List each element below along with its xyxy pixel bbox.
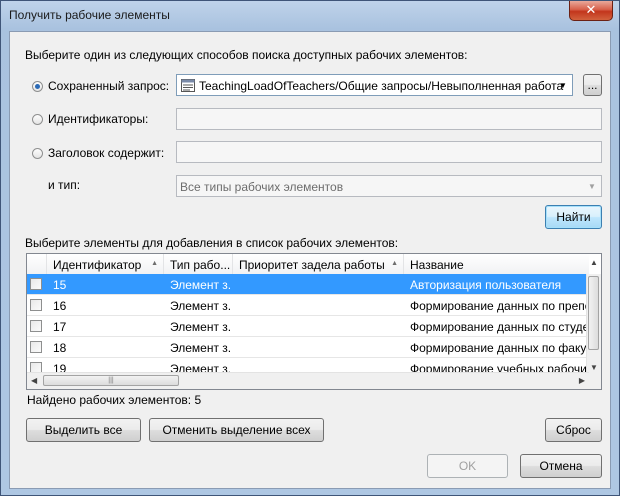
- reset-button[interactable]: Сброс: [545, 418, 602, 442]
- column-header-priority[interactable]: Приоритет задела работы ▲: [233, 254, 404, 274]
- browse-query-button[interactable]: ...: [583, 74, 602, 96]
- scroll-down-icon[interactable]: ▼: [590, 363, 598, 372]
- column-header-title[interactable]: Название: [404, 254, 589, 274]
- scroll-left-icon[interactable]: ◀: [31, 376, 37, 385]
- cell-type: Элемент з...: [170, 299, 232, 313]
- cell-title: Формирование данных по факуль: [410, 341, 586, 355]
- ok-button[interactable]: OK: [427, 454, 508, 478]
- results-instruction: Выберите элементы для добавления в списо…: [25, 236, 399, 250]
- grid-header: Идентификатор ▲ Тип рабо... Приоритет за…: [27, 254, 589, 275]
- chevron-down-icon[interactable]: ▼: [557, 79, 569, 91]
- table-row[interactable]: 15 Элемент з... Авторизация пользователя: [27, 274, 589, 295]
- close-button[interactable]: ✕: [569, 1, 613, 21]
- close-icon: ✕: [585, 3, 597, 18]
- saved-query-label: Сохраненный запрос:: [48, 79, 170, 93]
- horizontal-scrollbar[interactable]: ◀ ||| ▶: [27, 372, 589, 389]
- saved-query-combobox[interactable]: TeachingLoadOfTeachers/Общие запросы/Нев…: [176, 74, 573, 96]
- vertical-scroll-thumb[interactable]: [588, 276, 599, 350]
- sort-ascending-icon: ▲: [391, 260, 398, 267]
- results-grid: Идентификатор ▲ Тип рабо... Приоритет за…: [26, 253, 602, 390]
- found-count: Найдено рабочих элементов: 5: [27, 393, 202, 407]
- cell-title: Формирование данных по студен: [410, 320, 586, 334]
- column-header-type[interactable]: Тип рабо...: [164, 254, 233, 274]
- column-header-title-label: Название: [410, 258, 464, 272]
- cell-title: Формирование данных по препод: [410, 299, 586, 313]
- type-label: и тип:: [48, 178, 81, 192]
- row-checkbox[interactable]: [30, 299, 42, 311]
- cell-title: Авторизация пользователя: [410, 278, 562, 292]
- window-title: Получить рабочие элементы: [9, 8, 170, 22]
- cancel-button[interactable]: Отмена: [520, 454, 602, 478]
- cell-id: 17: [53, 320, 67, 334]
- dialog-window: Получить рабочие элементы ✕ Выберите оди…: [0, 0, 620, 496]
- saved-query-radio[interactable]: [32, 81, 43, 92]
- saved-query-value: TeachingLoadOfTeachers/Общие запросы/Нев…: [199, 79, 564, 93]
- cancel-label: Отмена: [539, 459, 583, 473]
- column-header-priority-label: Приоритет задела работы: [239, 258, 385, 272]
- type-value: Все типы рабочих элементов: [180, 180, 344, 194]
- title-bar[interactable]: Получить рабочие элементы ✕: [1, 1, 619, 29]
- search-instruction: Выберите один из следующих способов поис…: [25, 48, 468, 62]
- select-all-label: Выделить все: [44, 423, 123, 437]
- cell-type: Элемент з...: [170, 341, 232, 355]
- select-all-button[interactable]: Выделить все: [26, 418, 141, 442]
- title-contains-field[interactable]: [176, 141, 602, 163]
- column-header-id-label: Идентификатор: [53, 258, 142, 272]
- ok-label: OK: [458, 459, 477, 473]
- find-button-label: Найти: [556, 210, 591, 224]
- cell-type: Элемент з...: [170, 320, 232, 334]
- cell-id: 15: [53, 278, 67, 292]
- reset-label: Сброс: [556, 423, 591, 437]
- title-contains-label: Заголовок содержит:: [48, 146, 165, 160]
- table-row[interactable]: 16 Элемент з... Формирование данных по пре…: [27, 295, 589, 316]
- chevron-down-icon[interactable]: ▼: [586, 180, 598, 192]
- column-header-id[interactable]: Идентификатор ▲: [47, 254, 164, 274]
- cell-id: 16: [53, 299, 67, 313]
- cell-id: 18: [53, 341, 67, 355]
- ids-label: Идентификаторы:: [48, 112, 149, 126]
- table-row[interactable]: 17 Элемент з... Формирование данных по сту…: [27, 316, 589, 337]
- find-button[interactable]: Найти: [545, 205, 602, 229]
- horizontal-scroll-thumb[interactable]: |||: [43, 375, 179, 386]
- row-checkbox[interactable]: [30, 341, 42, 353]
- scroll-up-icon[interactable]: ▲: [590, 258, 598, 267]
- scroll-corner: [587, 373, 601, 389]
- type-combobox[interactable]: Все типы рабочих элементов ▼: [176, 175, 602, 197]
- browse-query-label: ...: [587, 78, 598, 92]
- header-checkbox-column[interactable]: [27, 254, 47, 274]
- sort-ascending-icon: ▲: [151, 260, 158, 267]
- cell-type: Элемент з...: [170, 278, 232, 292]
- vertical-scrollbar[interactable]: ▲ ▼: [586, 258, 601, 373]
- ids-field[interactable]: [176, 108, 602, 130]
- row-checkbox[interactable]: [30, 320, 42, 332]
- title-contains-radio[interactable]: [32, 148, 43, 159]
- deselect-all-label: Отменить выделение всех: [162, 423, 311, 437]
- query-icon: [181, 79, 195, 92]
- scroll-right-icon[interactable]: ▶: [579, 376, 585, 385]
- table-row[interactable]: 18 Элемент з... Формирование данных по фак…: [27, 337, 589, 358]
- deselect-all-button[interactable]: Отменить выделение всех: [149, 418, 324, 442]
- dialog-body: Выберите один из следующих способов поис…: [9, 31, 611, 489]
- column-header-type-label: Тип рабо...: [170, 258, 231, 272]
- row-checkbox[interactable]: [30, 278, 42, 290]
- ids-radio[interactable]: [32, 114, 43, 125]
